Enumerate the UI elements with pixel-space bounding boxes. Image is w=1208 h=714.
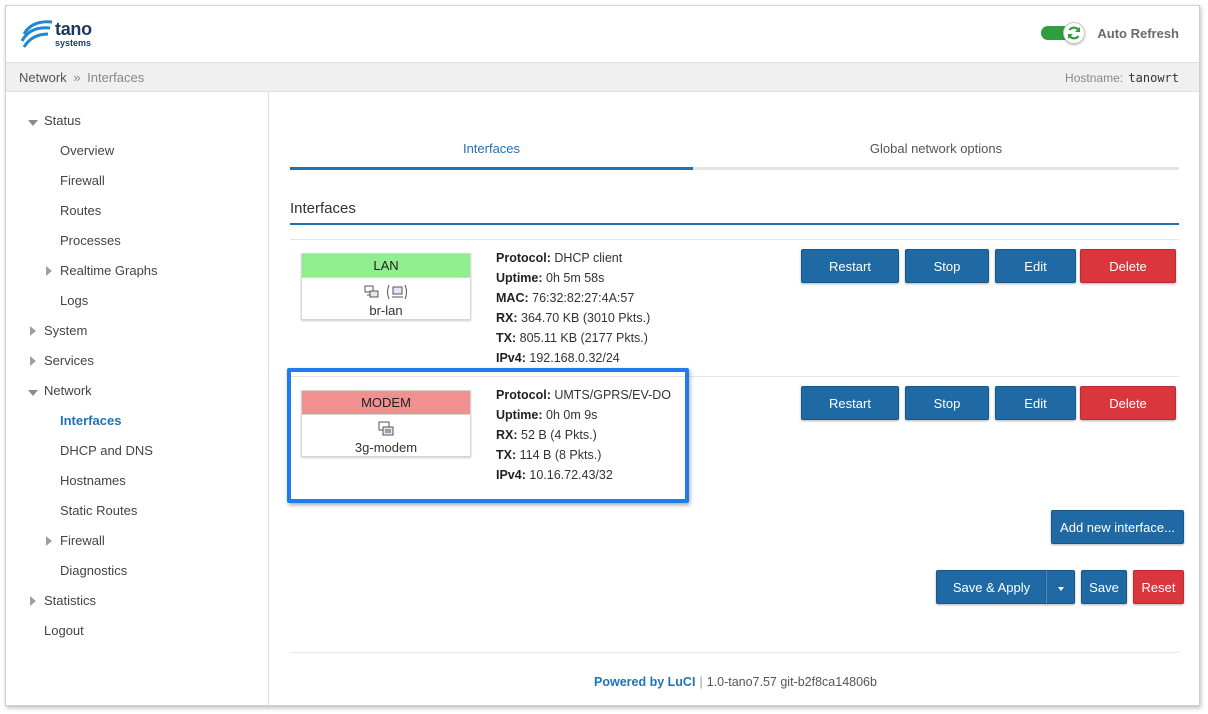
refresh-icon [1063,22,1086,44]
brand-subtitle: systems [55,38,92,48]
interface-badge-lan: LAN br-lan [301,253,471,320]
save-apply-button[interactable]: Save & Apply [936,570,1047,604]
delete-button[interactable]: Delete [1080,386,1176,420]
save-button[interactable]: Save [1081,570,1127,604]
sidebar-item-hostnames[interactable]: Hostnames [60,471,126,491]
sidebar-item-interfaces[interactable]: Interfaces [60,411,121,431]
auto-refresh-label: Auto Refresh [1097,25,1179,41]
save-apply-dropdown[interactable] [1046,570,1075,604]
footer-separator: | [699,675,703,689]
detail-row: MAC: 76:32:82:27:4A:57 [496,291,635,305]
sidebar-item-diagnostics[interactable]: Diagnostics [60,561,127,581]
interface-name: LAN [302,254,470,278]
detail-row: Uptime: 0h 5m 58s [496,271,605,285]
sidebar-item-logout[interactable]: Logout [44,621,84,641]
hostname-value: tanowrt [1128,71,1179,85]
interface-icons [302,282,470,302]
reset-button[interactable]: Reset [1133,570,1184,604]
powered-by-link[interactable]: Powered by LuCI [594,675,695,689]
sidebar-item-routes[interactable]: Routes [60,201,101,221]
app-window: tano systems Auto Refresh Network » Inte… [5,5,1200,706]
chevron-right-icon [30,596,36,606]
chevron-right-icon [30,356,36,366]
bridge-icon [364,285,379,298]
footer-divider [290,652,1179,653]
section-divider [290,223,1179,225]
sidebar-item-logs[interactable]: Logs [60,291,88,311]
hostname-label: Hostname: [1065,71,1124,85]
brand-name: tano [55,19,92,39]
sidebar-item-status[interactable]: Status [44,111,81,131]
chevron-right-icon [46,536,52,546]
interface-device: br-lan [369,303,403,318]
highlight-box [287,368,689,503]
ethernet-port-icon [387,284,407,300]
stop-button[interactable]: Stop [905,386,989,420]
chevron-right-icon [30,326,36,336]
caret-down-icon [1057,586,1064,591]
footer: Powered by LuCI | 1.0-tano7.57 git-b2f8ca1… [270,675,1199,689]
auto-refresh: Auto Refresh [1041,20,1179,46]
sidebar-item-static-routes[interactable]: Static Routes [60,501,137,521]
tab-bar: Interfaces Global network options [290,130,1179,170]
row-divider [290,239,1179,240]
version-text: 1.0-tano7.57 git-b2f8ca14806b [706,675,877,689]
edit-button[interactable]: Edit [995,386,1076,420]
brand-logo[interactable]: tano systems [18,14,113,54]
chevron-down-icon [28,390,38,396]
sidebar-item-overview[interactable]: Overview [60,141,114,161]
restart-button[interactable]: Restart [801,249,899,283]
sidebar-item-firewall-status[interactable]: Firewall [60,171,105,191]
sidebar-item-firewall[interactable]: Firewall [60,531,105,551]
sidebar-item-services[interactable]: Services [44,351,94,371]
breadcrumb-current: Interfaces [87,70,145,85]
sidebar-item-dhcp-dns[interactable]: DHCP and DNS [60,441,153,461]
interface-details-lan: Protocol: DHCP client Uptime: 0h 5m 58s … [496,248,650,368]
detail-row: TX: 805.11 KB (2177 Pkts.) [496,331,648,345]
breadcrumb-network[interactable]: Network [19,70,67,85]
breadcrumb: Network » Interfaces [19,70,144,85]
tab-global-network-options[interactable]: Global network options [693,130,1179,170]
breadcrumb-bar: Network » Interfaces Hostname: tanowrt [6,62,1199,92]
delete-button[interactable]: Delete [1080,249,1176,283]
auto-refresh-toggle[interactable] [1041,22,1087,44]
sidebar-item-statistics[interactable]: Statistics [44,591,96,611]
detail-row: RX: 364.70 KB (3010 Pkts.) [496,311,651,325]
sidebar-item-network[interactable]: Network [44,381,92,401]
edit-button[interactable]: Edit [995,249,1076,283]
tano-logo-icon [20,20,53,48]
detail-row: Protocol: DHCP client [496,251,623,265]
chevron-right-icon [46,266,52,276]
breadcrumb-separator: » [73,70,81,85]
chevron-down-icon [28,120,38,126]
header: tano systems Auto Refresh [6,6,1199,62]
restart-button[interactable]: Restart [801,386,899,420]
sidebar: Status Overview Firewall Routes Processe… [6,92,269,705]
section-title: Interfaces [290,200,356,217]
sidebar-item-system[interactable]: System [44,321,87,341]
add-interface-button[interactable]: Add new interface... [1051,510,1184,544]
sidebar-item-processes[interactable]: Processes [60,231,121,251]
detail-row: IPv4: 192.168.0.32/24 [496,351,620,365]
stop-button[interactable]: Stop [905,249,989,283]
hostname: Hostname: tanowrt [1065,71,1179,85]
tab-interfaces[interactable]: Interfaces [290,130,693,170]
sidebar-item-realtime-graphs[interactable]: Realtime Graphs [60,261,158,281]
